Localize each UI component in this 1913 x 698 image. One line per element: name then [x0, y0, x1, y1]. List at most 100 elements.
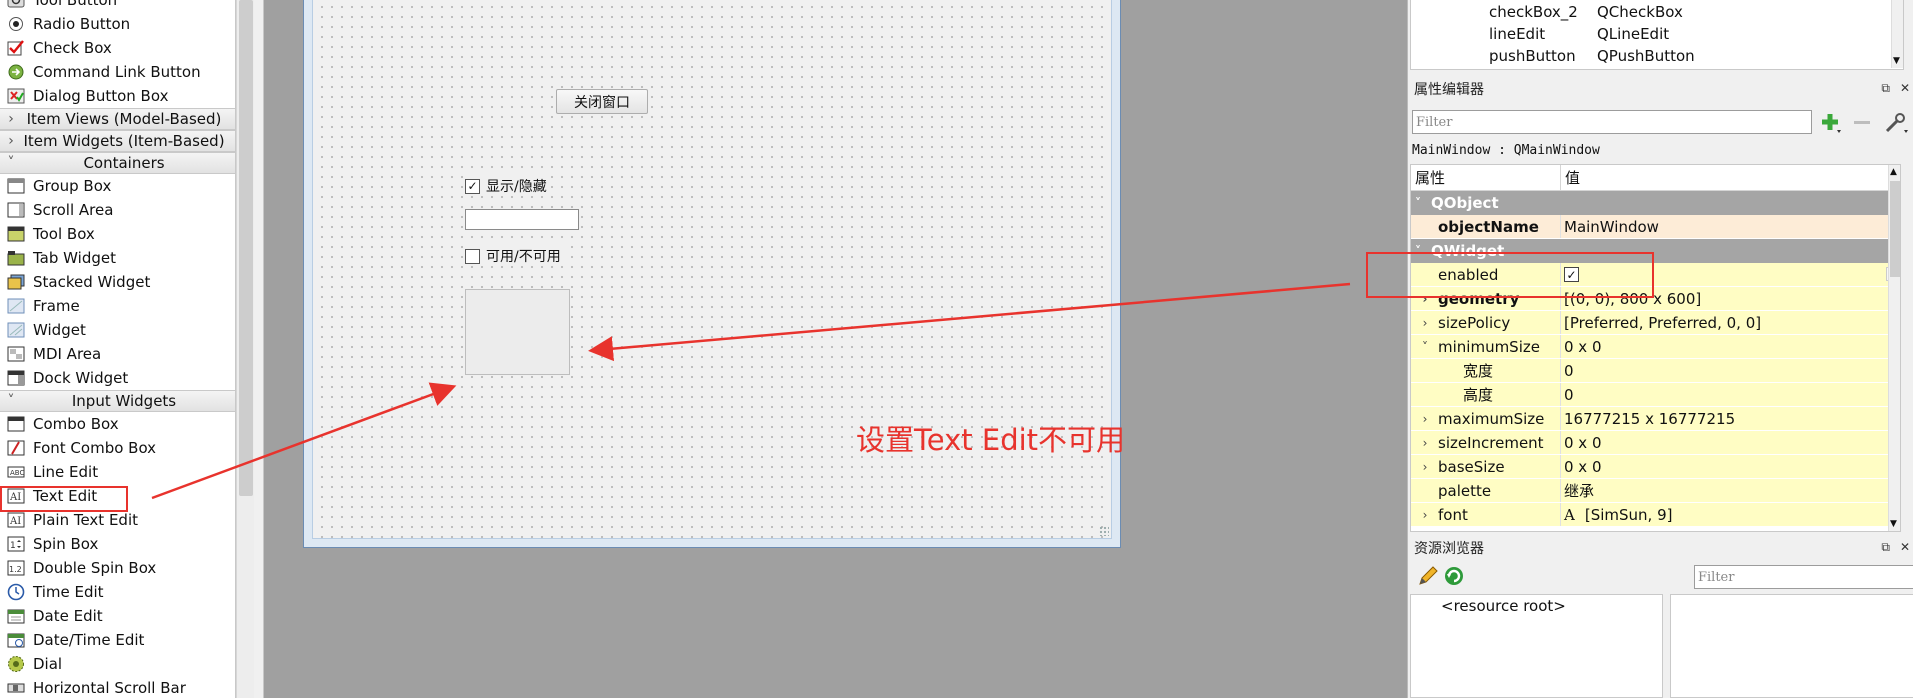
widget-item-mdi-area[interactable]: MDI Area [0, 342, 235, 366]
chevron-right-icon[interactable]: › [1419, 460, 1431, 474]
right-dock-area: checkBox_2 QCheckBox lineEdit QLineEdit … [1407, 0, 1913, 698]
widget-item-tool-button[interactable]: Tool Button [0, 0, 235, 12]
property-row-palette[interactable]: palette 继承 [1411, 479, 1900, 503]
object-inspector-scrollbar[interactable]: ▼ [1891, 0, 1903, 68]
widget-item-line-edit[interactable]: ABC Line Edit [0, 460, 235, 484]
property-row-sizepolicy[interactable]: › sizePolicy [Preferred, Preferred, 0, 0] [1411, 311, 1900, 335]
widget-item-widget[interactable]: Widget [0, 318, 235, 342]
widget-item-time-edit[interactable]: Time Edit [0, 580, 235, 604]
float-icon[interactable]: ⧉ [1881, 81, 1890, 96]
header-value[interactable]: 值 [1561, 165, 1900, 190]
group-box-icon [6, 177, 26, 195]
widget-item-dial[interactable]: Dial [0, 652, 235, 676]
close-icon[interactable]: ✕ [1900, 540, 1910, 555]
scroll-up-arrow-icon[interactable]: ▲ [1890, 167, 1897, 177]
dialog-button-box-icon [6, 87, 26, 105]
tab-widget-icon [6, 249, 26, 267]
category-input-widgets[interactable]: ˅ Input Widgets [0, 390, 235, 412]
object-inspector: checkBox_2 QCheckBox lineEdit QLineEdit … [1410, 0, 1904, 70]
group-qobject[interactable]: ˅ QObject [1411, 191, 1900, 215]
property-row-height[interactable]: 高度 0 [1411, 383, 1900, 407]
show-hide-checkbox[interactable]: ✓ 显示/隐藏 [465, 176, 550, 196]
form-canvas[interactable]: 关闭窗口 ✓ 显示/隐藏 可用/不可用 设置Text Edit不可用 [312, 0, 1125, 539]
widget-item-horizontal-scroll-bar[interactable]: Horizontal Scroll Bar [0, 676, 235, 698]
widget-item-dock-widget[interactable]: Dock Widget [0, 366, 235, 390]
scroll-down-arrow-icon[interactable]: ▼ [1890, 519, 1897, 529]
reload-icon[interactable] [1442, 564, 1466, 588]
resource-root-item[interactable]: <resource root> [1441, 597, 1566, 615]
widget-item-check-box[interactable]: Check Box [0, 36, 235, 60]
widget-item-combo-box[interactable]: Combo Box [0, 412, 235, 436]
category-item-widgets[interactable]: › Item Widgets (Item-Based) [0, 130, 235, 152]
property-context-label: MainWindow : QMainWindow [1412, 143, 1600, 158]
property-row-basesize[interactable]: › baseSize 0 x 0 [1411, 455, 1900, 479]
svg-text:AI: AI [9, 516, 21, 527]
chevron-right-icon[interactable]: › [1419, 436, 1431, 450]
category-item-views[interactable]: › Item Views (Model-Based) [0, 108, 235, 130]
close-icon[interactable]: ✕ [1900, 81, 1910, 96]
widget-icon [6, 321, 26, 339]
chevron-down-icon: ˅ [7, 393, 15, 409]
tool-button-icon [6, 0, 26, 9]
property-row-objectname[interactable]: objectName MainWindow [1411, 215, 1900, 239]
widget-item-command-link-button[interactable]: Command Link Button [0, 60, 235, 84]
property-row-maximumsize[interactable]: › maximumSize 16777215 x 16777215 [1411, 407, 1900, 431]
font-combo-box-icon [6, 439, 26, 457]
object-row-checkbox2[interactable]: checkBox_2 QCheckBox [1489, 1, 1683, 23]
header-property[interactable]: 属性 [1411, 165, 1561, 190]
line-edit-field[interactable] [465, 209, 579, 230]
widget-item-stacked-widget[interactable]: Stacked Widget [0, 270, 235, 294]
widget-item-group-box[interactable]: Group Box [0, 174, 235, 198]
chevron-right-icon[interactable]: › [1419, 508, 1431, 522]
close-window-button[interactable]: 关闭窗口 [556, 89, 648, 114]
scroll-down-arrow-icon[interactable]: ▼ [1893, 56, 1900, 66]
property-row-sizeincrement[interactable]: › sizeIncrement 0 x 0 [1411, 431, 1900, 455]
float-icon[interactable]: ⧉ [1881, 540, 1890, 555]
property-row-minimumsize[interactable]: ˅ minimumSize 0 x 0 [1411, 335, 1900, 359]
property-filter-input[interactable]: Filter [1412, 110, 1812, 134]
widget-item-double-spin-box[interactable]: 1.2 Double Spin Box [0, 556, 235, 580]
widget-item-font-combo-box[interactable]: Font Combo Box [0, 436, 235, 460]
property-table-scrollbar[interactable]: ▲ ▼ [1888, 165, 1900, 531]
resize-grip-icon[interactable] [1099, 526, 1109, 536]
tool-box-icon [6, 225, 26, 243]
widget-item-scroll-area[interactable]: Scroll Area [0, 198, 235, 222]
configure-wrench-icon[interactable] [1882, 110, 1910, 134]
property-row-font[interactable]: › font A [SimSun, 9] [1411, 503, 1900, 527]
widget-item-radio-button[interactable]: Radio Button [0, 12, 235, 36]
annotation-text: 设置Text Edit不可用 [856, 423, 1126, 457]
property-table: 属性 值 ˅ QObject objectName MainWindow ˅ Q… [1410, 164, 1901, 532]
add-property-icon[interactable] [1818, 110, 1842, 134]
checkbox-unchecked-icon [465, 248, 480, 264]
scroll-area-icon [6, 201, 26, 219]
widget-item-spin-box[interactable]: 1 Spin Box [0, 532, 235, 556]
edit-resources-pencil-icon[interactable] [1416, 564, 1440, 588]
object-row-lineedit[interactable]: lineEdit QLineEdit [1489, 23, 1669, 45]
widget-item-tab-widget[interactable]: Tab Widget [0, 246, 235, 270]
category-containers[interactable]: ˅ Containers [0, 152, 235, 174]
widget-item-frame[interactable]: Frame [0, 294, 235, 318]
property-row-width[interactable]: 宽度 0 [1411, 359, 1900, 383]
resource-tree[interactable]: <resource root> [1410, 594, 1663, 698]
widget-item-dialog-button-box[interactable]: Dialog Button Box [0, 84, 235, 108]
plain-text-edit-icon: AI [6, 511, 26, 529]
resource-view[interactable] [1670, 594, 1913, 698]
scrollbar-thumb[interactable] [1890, 181, 1900, 277]
object-row-pushbutton[interactable]: pushButton QPushButton [1489, 45, 1695, 67]
chevron-down-icon[interactable]: ˅ [1419, 340, 1431, 354]
dock-widget-icon [6, 369, 26, 387]
combo-box-icon [6, 415, 26, 433]
enable-checkbox[interactable]: 可用/不可用 [465, 246, 564, 266]
chevron-right-icon[interactable]: › [1419, 316, 1431, 330]
resource-filter-input[interactable]: Filter [1694, 565, 1913, 589]
chevron-right-icon: › [8, 133, 14, 149]
remove-property-icon[interactable] [1850, 110, 1874, 134]
widget-item-tool-box[interactable]: Tool Box [0, 222, 235, 246]
form-window-frame: 关闭窗口 ✓ 显示/隐藏 可用/不可用 设置Text Edit不可用 [303, 0, 1125, 548]
widget-box-scrollbar[interactable] [236, 0, 254, 698]
text-edit-widget[interactable] [465, 289, 570, 375]
scrollbar-thumb[interactable] [239, 0, 253, 496]
chevron-right-icon[interactable]: › [1419, 412, 1431, 426]
widget-item-date-edit[interactable]: Date Edit [0, 604, 235, 628]
widget-item-date-time-edit[interactable]: Date/Time Edit [0, 628, 235, 652]
